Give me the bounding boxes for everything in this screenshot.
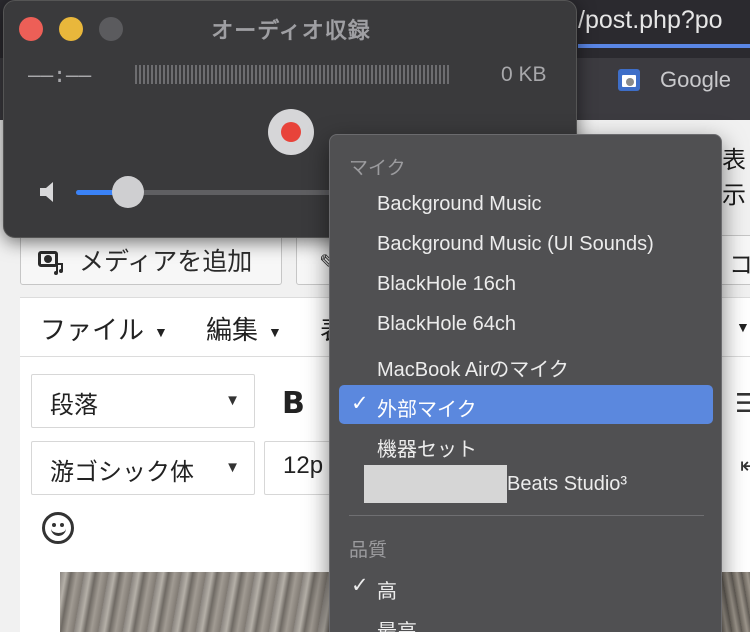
menu-edit[interactable]: 編集 ▼ xyxy=(206,310,282,347)
right-toolbar-glyph: コ xyxy=(729,252,750,279)
menu-section-microphone: マイク xyxy=(349,158,406,179)
align-icon[interactable]: ☰ xyxy=(735,388,750,419)
google-toolbox-icon xyxy=(616,66,642,94)
display-options-label[interactable]: 表示 xyxy=(722,140,750,210)
menu-item-beats-studio[interactable]: Beats Studio³ xyxy=(339,465,713,504)
audio-level-meter xyxy=(135,65,449,84)
window-title: オーディオ収録 xyxy=(211,18,371,43)
address-bar-highlight xyxy=(578,44,750,48)
chevron-down-icon: ▼ xyxy=(225,459,240,476)
chevron-down-icon: ▼ xyxy=(268,324,282,341)
checkmark-icon: ✓ xyxy=(351,391,369,415)
right-toolbar-button[interactable]: コ xyxy=(718,235,750,285)
menu-item-background-music[interactable]: Background Music xyxy=(339,185,713,224)
indent-icon[interactable]: ⇤ xyxy=(740,453,750,479)
media-camera-music-icon xyxy=(35,245,65,275)
menu-item-quality-high[interactable]: ✓ 高 xyxy=(339,567,713,606)
emoji-icon[interactable] xyxy=(42,512,74,544)
menu-separator xyxy=(349,515,704,516)
menu-section-quality: 品質 xyxy=(349,540,388,561)
recording-time: ––:–– xyxy=(28,63,92,87)
checkmark-icon: ✓ xyxy=(351,573,369,597)
menu-item-quality-max[interactable]: 最高 xyxy=(339,607,713,632)
redacted-block xyxy=(364,465,507,503)
menu-item-external-mic[interactable]: ✓ 外部マイク xyxy=(339,385,713,424)
menu-file[interactable]: ファイル ▼ xyxy=(40,310,168,347)
menu-item-blackhole-64ch[interactable]: BlackHole 64ch xyxy=(339,305,713,344)
recording-size: 0 KB xyxy=(501,63,547,86)
paragraph-format-select[interactable]: 段落 ▼ xyxy=(31,374,255,428)
chevron-down-icon: ▼ xyxy=(154,324,168,341)
volume-slider-knob[interactable] xyxy=(112,176,144,208)
font-family-select[interactable]: 游ゴシック体 ▼ xyxy=(31,441,255,495)
speaker-icon xyxy=(40,182,53,202)
address-bar-url[interactable]: /post.php?po xyxy=(578,6,723,35)
bold-button[interactable]: B xyxy=(282,386,305,421)
chevron-down-icon: ▼ xyxy=(736,319,750,336)
bookmark-google[interactable]: Google xyxy=(616,66,731,94)
add-media-label: メディアを追加 xyxy=(79,248,253,276)
record-button[interactable] xyxy=(268,109,314,155)
menu-item-background-music-ui[interactable]: Background Music (UI Sounds) xyxy=(339,225,713,264)
menu-more[interactable]: ▼ xyxy=(726,310,750,341)
menu-item-blackhole-16ch[interactable]: BlackHole 16ch xyxy=(339,265,713,304)
menu-item-aggregate-device[interactable]: 機器セット xyxy=(339,425,713,464)
chevron-down-icon: ▼ xyxy=(225,392,240,409)
record-icon xyxy=(281,122,301,142)
menu-item-macbook-mic[interactable]: MacBook Airのマイク xyxy=(339,345,713,384)
content-image xyxy=(60,572,330,632)
recording-options-menu: マイク Background Music Background Music (U… xyxy=(329,134,722,632)
content-image-2 xyxy=(722,572,750,632)
add-media-button[interactable]: メディアを追加 xyxy=(20,235,282,285)
bookmark-google-label: Google xyxy=(660,67,731,92)
